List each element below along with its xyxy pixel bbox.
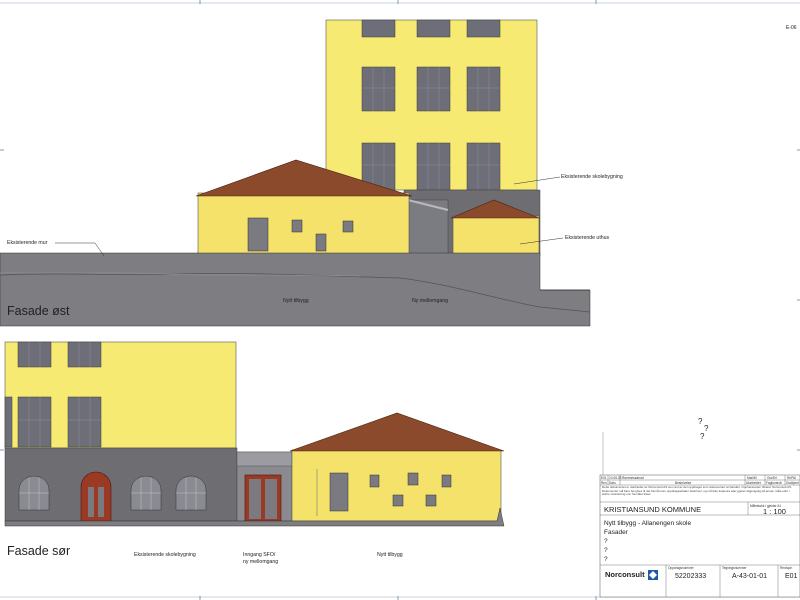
east-ground bbox=[0, 252, 591, 327]
label-east-existing-wall: Eksisterende mur bbox=[7, 240, 48, 246]
drawing-sheet: E-06 Eksisterende skolebygning Eksistere… bbox=[0, 0, 800, 600]
label-east-existing-outhouse: Eksisterende uthus bbox=[565, 235, 610, 241]
east-facade-elevation bbox=[0, 19, 591, 327]
scale-value: 1 : 100 bbox=[763, 507, 786, 516]
rev-header-rev: Rev. bbox=[601, 481, 607, 485]
assignment-number: 52202333 bbox=[675, 573, 706, 580]
label-south-existing-school: Eksisterende skolebygning bbox=[134, 552, 196, 558]
note-question-2: ? bbox=[704, 424, 709, 433]
rev-row-description: Rammesøknad bbox=[622, 476, 644, 480]
south-new-building-roof bbox=[289, 412, 505, 452]
label-south-new-building: Nytt tilbygg bbox=[377, 552, 403, 558]
south-new-door bbox=[329, 472, 349, 512]
assignment-header: Oppdragsnummer bbox=[668, 566, 695, 570]
drawing-name: Fasader bbox=[604, 529, 629, 536]
rev-row-approved: RePAl bbox=[787, 476, 796, 480]
project-name: Nytt tilbygg - Allanengen skole bbox=[604, 520, 691, 527]
south-facade-title: Fasade sør bbox=[7, 544, 70, 558]
rev-header-date: Dato bbox=[609, 481, 616, 485]
rev-header-description: Beskrivelse bbox=[675, 481, 692, 485]
extra-line-1: ? bbox=[604, 538, 608, 545]
label-east-new-corridor: Ny mellomgang bbox=[412, 298, 448, 304]
south-facade-elevation bbox=[4, 341, 505, 527]
extra-line-3: ? bbox=[604, 556, 608, 563]
south-arched-door bbox=[80, 471, 112, 522]
client-name: KRISTIANSUND KOMMUNE bbox=[604, 505, 701, 514]
note-question-1: ? bbox=[698, 417, 703, 426]
label-south-entrance-line1: Inngang SFO/ bbox=[243, 552, 276, 558]
note-question-3: ? bbox=[700, 432, 705, 441]
rev-row-rev: E01 bbox=[601, 476, 607, 480]
east-new-building bbox=[197, 192, 410, 258]
rev-header-made-by: Utarbeidet bbox=[746, 481, 761, 485]
label-east-new-building: Nytt tilbygg bbox=[283, 298, 309, 304]
label-south-entrance-line2: ny mellomgang bbox=[243, 559, 278, 565]
disclaimer-text: Dette dokumentet er utarbeidet av Norcon… bbox=[602, 486, 792, 496]
rev-header-approved: Godkjent bbox=[786, 481, 799, 485]
sheet-code: E-06 bbox=[786, 25, 797, 31]
south-new-building bbox=[291, 449, 502, 522]
rev-row-date: 10.06.23 bbox=[609, 476, 622, 480]
rev-row-checked: GunErl bbox=[767, 476, 777, 480]
revision-value: E01 bbox=[785, 573, 798, 580]
east-outhouse bbox=[452, 215, 540, 258]
rev-row-made-by: MarMil bbox=[747, 476, 757, 480]
label-east-existing-school: Eksisterende skolebygning bbox=[561, 174, 623, 180]
east-facade-title: Fasade øst bbox=[7, 304, 70, 318]
rev-header-checked: Fagkontroll bbox=[766, 481, 782, 485]
drawing-number-header: Tegningsnummer bbox=[722, 566, 747, 570]
revision-header: Revisjon bbox=[780, 566, 792, 570]
extra-line-2: ? bbox=[604, 547, 608, 554]
company-logo-mark bbox=[648, 570, 658, 580]
company-logo: Norconsult bbox=[605, 570, 645, 579]
drawing-number: A-43-01-01 bbox=[732, 573, 767, 580]
